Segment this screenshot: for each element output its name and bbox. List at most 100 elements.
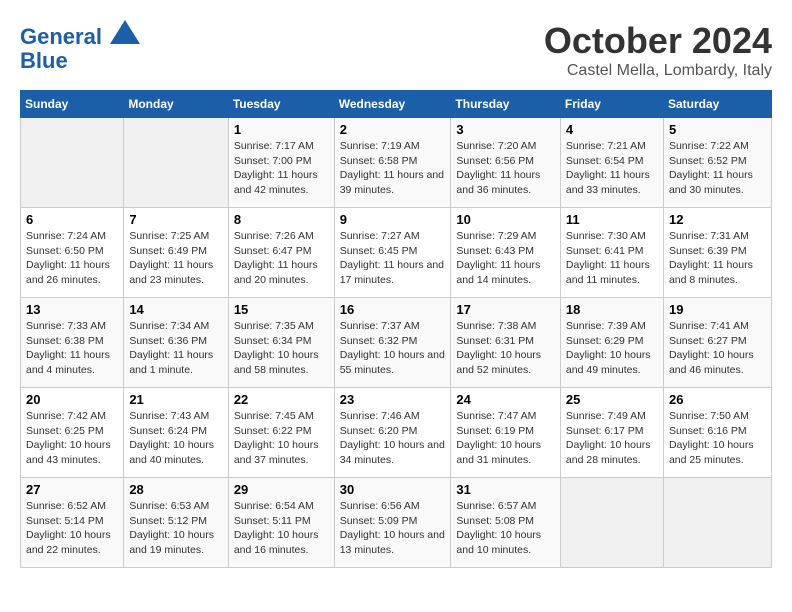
day-number: 24: [456, 392, 555, 407]
day-number: 15: [234, 302, 329, 317]
day-number: 29: [234, 482, 329, 497]
calendar-cell: 29Sunrise: 6:54 AMSunset: 5:11 PMDayligh…: [228, 478, 334, 568]
day-info: Sunrise: 7:38 AMSunset: 6:31 PMDaylight:…: [456, 319, 555, 378]
calendar-cell: 19 Sunrise: 7:41 AMSunset: 6:27 PMDayligh…: [663, 298, 771, 388]
day-number: 2: [340, 122, 446, 137]
day-number: 11: [566, 212, 658, 227]
calendar-cell: 25 Sunrise: 7:49 AMSunset: 6:17 PMDayligh…: [560, 388, 663, 478]
day-number: 28: [129, 482, 222, 497]
calendar-cell: 21 Sunrise: 7:43 AMSunset: 6:24 PMDayligh…: [124, 388, 228, 478]
calendar-cell: 3 Sunrise: 7:20 AMSunset: 6:56 PMDaylight…: [451, 118, 561, 208]
day-number: 4: [566, 122, 658, 137]
calendar-cell: 4 Sunrise: 7:21 AMSunset: 6:54 PMDaylight…: [560, 118, 663, 208]
calendar-cell: 6 Sunrise: 7:24 AMSunset: 6:50 PMDaylight…: [21, 208, 124, 298]
calendar-cell: 27 Sunrise: 6:52 AMSunset: 5:14 PMDayligh…: [21, 478, 124, 568]
day-info: Sunrise: 7:46 AMSunset: 6:20 PMDaylight:…: [340, 409, 446, 468]
calendar-cell: 24 Sunrise: 7:47 AMSunset: 6:19 PMDayligh…: [451, 388, 561, 478]
page-header: General Blue October 2024 Castel Mella, …: [20, 20, 772, 80]
weekday-header: Saturday: [663, 91, 771, 118]
day-info: Sunrise: 7:25 AMSunset: 6:49 PMDaylight:…: [129, 229, 222, 288]
day-info: Sunrise: 7:47 AMSunset: 6:19 PMDaylight:…: [456, 409, 555, 468]
weekday-header: Thursday: [451, 91, 561, 118]
day-number: 10: [456, 212, 555, 227]
day-number: 23: [340, 392, 446, 407]
day-info: Sunrise: 7:49 AMSunset: 6:17 PMDaylight:…: [566, 409, 658, 468]
day-number: 5: [669, 122, 766, 137]
calendar-cell: [124, 118, 228, 208]
day-number: 3: [456, 122, 555, 137]
day-number: 17: [456, 302, 555, 317]
calendar-cell: 30 Sunrise: 6:56 AMSunset: 5:09 PMDayligh…: [334, 478, 451, 568]
day-info: Sunrise: 7:50 AMSunset: 6:16 PMDaylight:…: [669, 409, 766, 468]
calendar-week-row: 1 Sunrise: 7:17 AMSunset: 7:00 PMDaylight…: [21, 118, 772, 208]
day-number: 27: [26, 482, 118, 497]
day-info: Sunrise: 7:34 AMSunset: 6:36 PMDaylight:…: [129, 319, 222, 378]
calendar-week-row: 13Sunrise: 7:33 AMSunset: 6:38 PMDayligh…: [21, 298, 772, 388]
day-info: Sunrise: 7:33 AMSunset: 6:38 PMDaylight:…: [26, 319, 118, 378]
logo-icon: [110, 20, 140, 44]
day-number: 30: [340, 482, 446, 497]
calendar-cell: 17 Sunrise: 7:38 AMSunset: 6:31 PMDayligh…: [451, 298, 561, 388]
day-number: 6: [26, 212, 118, 227]
calendar-cell: 26 Sunrise: 7:50 AMSunset: 6:16 PMDayligh…: [663, 388, 771, 478]
calendar-cell: 7 Sunrise: 7:25 AMSunset: 6:49 PMDaylight…: [124, 208, 228, 298]
day-number: 20: [26, 392, 118, 407]
calendar-cell: 12Sunrise: 7:31 AMSunset: 6:39 PMDayligh…: [663, 208, 771, 298]
calendar-cell: 20 Sunrise: 7:42 AMSunset: 6:25 PMDayligh…: [21, 388, 124, 478]
location-title: Castel Mella, Lombardy, Italy: [544, 62, 772, 80]
logo-general: General: [20, 24, 102, 49]
title-section: October 2024 Castel Mella, Lombardy, Ita…: [544, 20, 772, 80]
month-title: October 2024: [544, 20, 772, 62]
day-number: 22: [234, 392, 329, 407]
day-number: 26: [669, 392, 766, 407]
weekday-header: Monday: [124, 91, 228, 118]
calendar-cell: 1 Sunrise: 7:17 AMSunset: 7:00 PMDaylight…: [228, 118, 334, 208]
day-number: 18: [566, 302, 658, 317]
day-number: 19: [669, 302, 766, 317]
weekday-header: Tuesday: [228, 91, 334, 118]
day-number: 9: [340, 212, 446, 227]
calendar-cell: 10 Sunrise: 7:29 AMSunset: 6:43 PMDayligh…: [451, 208, 561, 298]
calendar-cell: 11Sunrise: 7:30 AMSunset: 6:41 PMDayligh…: [560, 208, 663, 298]
day-info: Sunrise: 7:41 AMSunset: 6:27 PMDaylight:…: [669, 319, 766, 378]
day-number: 25: [566, 392, 658, 407]
day-info: Sunrise: 7:45 AMSunset: 6:22 PMDaylight:…: [234, 409, 329, 468]
day-info: Sunrise: 7:39 AMSunset: 6:29 PMDaylight:…: [566, 319, 658, 378]
day-number: 16: [340, 302, 446, 317]
day-info: Sunrise: 7:21 AMSunset: 6:54 PMDaylight:…: [566, 139, 658, 198]
calendar-cell: 5Sunrise: 7:22 AMSunset: 6:52 PMDaylight…: [663, 118, 771, 208]
day-info: Sunrise: 7:20 AMSunset: 6:56 PMDaylight:…: [456, 139, 555, 198]
calendar-cell: 13Sunrise: 7:33 AMSunset: 6:38 PMDayligh…: [21, 298, 124, 388]
day-info: Sunrise: 7:24 AMSunset: 6:50 PMDaylight:…: [26, 229, 118, 288]
calendar-cell: [663, 478, 771, 568]
day-info: Sunrise: 6:56 AMSunset: 5:09 PMDaylight:…: [340, 499, 446, 558]
calendar-cell: 16 Sunrise: 7:37 AMSunset: 6:32 PMDayligh…: [334, 298, 451, 388]
weekday-header: Wednesday: [334, 91, 451, 118]
calendar-cell: 31Sunrise: 6:57 AMSunset: 5:08 PMDayligh…: [451, 478, 561, 568]
calendar-cell: 9 Sunrise: 7:27 AMSunset: 6:45 PMDaylight…: [334, 208, 451, 298]
logo: General Blue: [20, 20, 140, 73]
day-info: Sunrise: 7:26 AMSunset: 6:47 PMDaylight:…: [234, 229, 329, 288]
day-info: Sunrise: 7:27 AMSunset: 6:45 PMDaylight:…: [340, 229, 446, 288]
calendar-cell: [21, 118, 124, 208]
calendar-cell: 23 Sunrise: 7:46 AMSunset: 6:20 PMDayligh…: [334, 388, 451, 478]
calendar-cell: 14 Sunrise: 7:34 AMSunset: 6:36 PMDayligh…: [124, 298, 228, 388]
day-info: Sunrise: 7:35 AMSunset: 6:34 PMDaylight:…: [234, 319, 329, 378]
day-number: 14: [129, 302, 222, 317]
day-info: Sunrise: 6:52 AMSunset: 5:14 PMDaylight:…: [26, 499, 118, 558]
day-number: 12: [669, 212, 766, 227]
day-number: 1: [234, 122, 329, 137]
day-info: Sunrise: 7:37 AMSunset: 6:32 PMDaylight:…: [340, 319, 446, 378]
calendar-cell: [560, 478, 663, 568]
calendar-cell: 2 Sunrise: 7:19 AMSunset: 6:58 PMDaylight…: [334, 118, 451, 208]
day-number: 7: [129, 212, 222, 227]
day-info: Sunrise: 7:19 AMSunset: 6:58 PMDaylight:…: [340, 139, 446, 198]
day-info: Sunrise: 7:42 AMSunset: 6:25 PMDaylight:…: [26, 409, 118, 468]
day-info: Sunrise: 6:53 AMSunset: 5:12 PMDaylight:…: [129, 499, 222, 558]
day-number: 21: [129, 392, 222, 407]
day-info: Sunrise: 7:17 AMSunset: 7:00 PMDaylight:…: [234, 139, 329, 198]
day-info: Sunrise: 7:29 AMSunset: 6:43 PMDaylight:…: [456, 229, 555, 288]
calendar-table: SundayMondayTuesdayWednesdayThursdayFrid…: [20, 90, 772, 568]
calendar-cell: 28 Sunrise: 6:53 AMSunset: 5:12 PMDayligh…: [124, 478, 228, 568]
day-info: Sunrise: 7:43 AMSunset: 6:24 PMDaylight:…: [129, 409, 222, 468]
